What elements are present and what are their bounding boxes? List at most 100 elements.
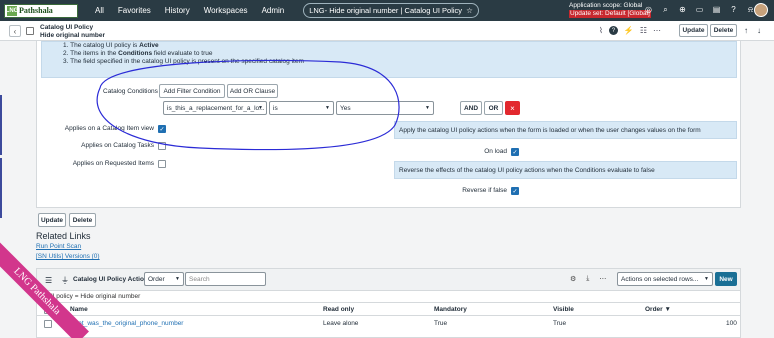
- nav-favorites[interactable]: Favorites: [118, 6, 151, 15]
- column-header-mandatory[interactable]: Mandatory: [434, 306, 467, 313]
- filter-icon[interactable]: ⏚: [61, 275, 69, 286]
- applies-view-label: Applies on a Catalog Item view: [64, 125, 154, 132]
- applies-requested-checkbox[interactable]: [158, 160, 166, 168]
- condition-field-select[interactable]: is_this_a_replacement_for_a_lo... ▼: [163, 101, 267, 115]
- header-icons: ⌇ ? ⚡ ☷ ⋯: [599, 26, 661, 35]
- reverse-label: Reverse if false: [462, 187, 507, 194]
- new-button[interactable]: New: [715, 272, 737, 286]
- caret-down-icon: ▼: [704, 276, 709, 282]
- form-type: Catalog UI Policy: [40, 24, 94, 31]
- arrow-up-icon[interactable]: ↑: [744, 26, 748, 35]
- nav-all[interactable]: All: [95, 6, 104, 15]
- column-header-visible[interactable]: Visible: [553, 306, 574, 313]
- update-set: Update set: Default [Global]: [569, 10, 651, 18]
- column-header-name[interactable]: Name: [70, 306, 88, 313]
- onload-checkbox[interactable]: ✓: [511, 148, 519, 156]
- actions-select[interactable]: Actions on selected rows... ▼: [617, 272, 713, 286]
- form-record-name: Hide original number: [40, 31, 106, 39]
- logo-mark: LNG: [5, 5, 19, 16]
- condition-value-select[interactable]: Yes ▼: [336, 101, 434, 115]
- sidebar-stub: [0, 95, 2, 155]
- nav-icons: ◎ ⌕ ⊕ ▭ ▤ ? ⍾: [643, 4, 756, 15]
- remove-condition-button[interactable]: ×: [505, 101, 520, 115]
- record-title-pill[interactable]: LNG- Hide original number | Catalog UI P…: [303, 3, 479, 18]
- notes-icon[interactable]: ▤: [711, 4, 722, 15]
- column-header-order[interactable]: Order ▼: [645, 306, 671, 313]
- versions-link[interactable]: [SN Utils] Versions (0): [36, 253, 100, 260]
- record-nav: ↑ ↓: [744, 26, 761, 35]
- top-nav: LNG Pathshala All Favorites History Work…: [0, 0, 774, 21]
- scope-info[interactable]: Application scope: Global Update set: De…: [569, 2, 651, 18]
- row-checkbox[interactable]: [44, 320, 52, 328]
- applies-tasks-checkbox[interactable]: [158, 142, 166, 150]
- reverse-checkbox[interactable]: ✓: [511, 187, 519, 195]
- nav-history[interactable]: History: [165, 6, 190, 15]
- row-order: 100: [726, 320, 737, 327]
- list-icons: ⚙ ⤓ ⋯: [570, 275, 606, 283]
- delete-button-bottom[interactable]: Delete: [69, 213, 96, 227]
- caret-down-icon: ▼: [425, 105, 430, 111]
- row-read-only: Leave alone: [323, 320, 359, 327]
- add-or-clause-button[interactable]: Add OR Clause: [227, 84, 278, 98]
- add-filter-condition-button[interactable]: Add Filter Condition: [159, 84, 225, 98]
- delete-button[interactable]: Delete: [710, 24, 737, 37]
- caret-down-icon: ▼: [325, 105, 330, 111]
- caret-down-icon: ▼: [258, 105, 263, 111]
- onload-label: On load: [484, 148, 507, 155]
- search-input[interactable]: Search: [185, 272, 266, 286]
- column-header-read-only[interactable]: Read only: [323, 306, 354, 313]
- row-visible: True: [553, 320, 567, 327]
- logo[interactable]: LNG Pathshala: [4, 3, 78, 18]
- chat-icon[interactable]: ▭: [694, 4, 705, 15]
- search-field-select[interactable]: Order ▼: [144, 272, 184, 286]
- divider: [37, 315, 740, 316]
- gear-icon[interactable]: ⚙: [570, 275, 576, 283]
- more-icon[interactable]: ⋯: [653, 26, 661, 35]
- applies-requested-label: Applies on Requested Items: [72, 160, 154, 167]
- info-line-3: 3. The field specified in the catalog UI…: [63, 58, 304, 66]
- attachment-icon[interactable]: ⌇: [599, 26, 603, 35]
- info-line-1: 1. The catalog UI policy is Active: [63, 42, 159, 49]
- star-icon[interactable]: ☆: [466, 6, 473, 15]
- studio-icon[interactable]: ⊕: [677, 4, 688, 15]
- update-button[interactable]: Update: [679, 24, 708, 37]
- related-list-title: Catalog UI Policy Actions: [73, 276, 152, 283]
- breadcrumb[interactable]: UI policy = Hide original number: [48, 293, 140, 300]
- search-icon[interactable]: ⌕: [660, 4, 671, 15]
- record-title: LNG- Hide original number | Catalog UI P…: [309, 6, 463, 15]
- divider: [37, 302, 740, 303]
- globe-icon[interactable]: ◎: [643, 4, 654, 15]
- info-line-2: 2. The items in the Conditions field eva…: [63, 50, 213, 58]
- nav-workspaces[interactable]: Workspaces: [204, 6, 248, 15]
- nav-admin[interactable]: Admin: [262, 6, 285, 15]
- form-header: ‹ Catalog UI Policy Hide original number…: [0, 21, 774, 41]
- applies-view-checkbox[interactable]: ✓: [158, 125, 166, 133]
- apply-help-text: Apply the catalog UI policy actions when…: [394, 121, 737, 139]
- applies-tasks-label: Applies on Catalog Tasks: [81, 142, 154, 149]
- and-button[interactable]: AND: [460, 101, 482, 115]
- app-scope: Application scope: Global: [569, 2, 643, 9]
- or-button[interactable]: OR: [484, 101, 503, 115]
- run-point-scan-link[interactable]: Run Point Scan: [36, 243, 81, 250]
- condition-operator-select[interactable]: is ▼: [269, 101, 334, 115]
- form-title: Catalog UI Policy Hide original number: [40, 24, 105, 39]
- logo-text: Pathshala: [19, 6, 53, 15]
- settings-icon[interactable]: ☷: [640, 26, 647, 35]
- activity-icon[interactable]: ⚡: [624, 26, 634, 35]
- arrow-down-icon[interactable]: ↓: [757, 26, 761, 35]
- avatar[interactable]: [754, 3, 768, 17]
- more-icon[interactable]: ⋯: [599, 275, 606, 283]
- back-button[interactable]: ‹: [9, 25, 21, 37]
- hamburger-icon[interactable]: ☰: [45, 276, 52, 285]
- conditions-label: Catalog Conditions: [103, 88, 158, 95]
- menu-icon[interactable]: [26, 27, 34, 35]
- help-icon[interactable]: ?: [608, 26, 618, 35]
- info-box: 1. The catalog UI policy is Active 2. Th…: [41, 41, 737, 78]
- download-icon[interactable]: ⤓: [586, 275, 589, 283]
- update-button-bottom[interactable]: Update: [38, 213, 66, 227]
- nav-links: All Favorites History Workspaces Admin: [95, 6, 298, 15]
- caret-down-icon: ▼: [175, 276, 180, 282]
- row-name-link[interactable]: what_was_the_original_phone_number: [70, 320, 183, 327]
- help-icon[interactable]: ?: [728, 4, 739, 15]
- chevron-left-icon: ‹: [13, 26, 17, 36]
